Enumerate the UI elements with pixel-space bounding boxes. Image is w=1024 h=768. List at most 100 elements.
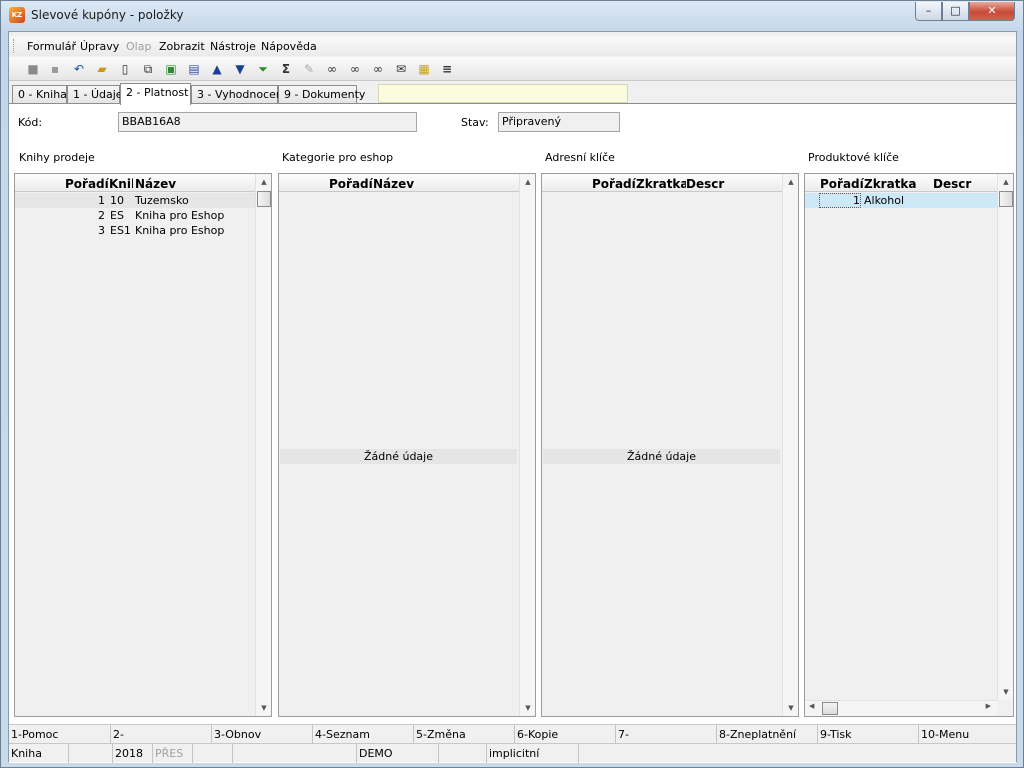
col-poradi[interactable]: Pořadí [65, 177, 109, 191]
produktove-grid[interactable]: Pořadí Zkratka Descr 1 Alkohol ▲ ▼ ◀ ▶ [804, 173, 1014, 717]
col-descr[interactable]: Descr [686, 177, 746, 191]
knihy-grid[interactable]: Pořadí Kniha Název 1 10 Tuzemsko 2 ES [14, 173, 272, 717]
tab-kniha[interactable]: 0 - Kniha [12, 85, 67, 104]
table-row[interactable]: 2 ES Kniha pro Eshop [15, 208, 255, 223]
section-title: Adresní klíče [545, 151, 615, 164]
kategorie-grid[interactable]: Pořadí Název Žádné údaje ▲ ▼ [278, 173, 536, 717]
scroll-up-icon[interactable]: ▲ [998, 175, 1013, 189]
col-kniha[interactable]: Kniha [109, 177, 133, 191]
cell-kniha: ES1 [110, 224, 131, 237]
scroll-up-icon[interactable]: ▲ [256, 175, 271, 189]
fkey-6[interactable]: 6-Kopie [514, 725, 615, 744]
main-window: KZ Slevové kupóny - položky – □ ✕ Formul… [0, 0, 1024, 768]
binoculars-next-icon[interactable]: ∞ [347, 61, 363, 77]
undo-icon[interactable]: ↶ [71, 61, 87, 77]
kod-label: Kód: [18, 116, 43, 129]
cell-kniha: ES [110, 209, 124, 222]
fkey-10[interactable]: 10-Menu [918, 725, 1016, 744]
arrow-down-icon[interactable]: ▼ [232, 61, 248, 77]
open-folder-icon[interactable]: ▰ [94, 61, 110, 77]
client-area: Formulář Úpravy Olap Zobrazit Nástroje N… [8, 31, 1017, 763]
fkey-3[interactable]: 3-Obnov [211, 725, 312, 744]
binoculars-settings-icon[interactable]: ∞ [370, 61, 386, 77]
fkey-4[interactable]: 4-Seznam [312, 725, 413, 744]
col-nazev[interactable]: Název [135, 177, 235, 191]
save-icon[interactable]: ■ [25, 61, 41, 77]
section-title: Produktové klíče [808, 151, 899, 164]
binoculars-icon[interactable]: ∞ [324, 61, 340, 77]
scroll-down-icon[interactable]: ▼ [998, 685, 1013, 699]
table-row[interactable]: 1 10 Tuzemsko [15, 193, 255, 208]
vertical-scrollbar[interactable]: ▲ ▼ [519, 174, 535, 716]
lock-icon[interactable]: ▣ [163, 61, 179, 77]
filter-icon[interactable]: ⏷ [255, 61, 271, 77]
tab-platnost[interactable]: 2 - Platnost [120, 83, 191, 105]
vertical-scrollbar[interactable]: ▲ ▼ [782, 174, 798, 716]
tab-udaje[interactable]: 1 - Údaje [67, 85, 123, 104]
tab-vyhodnoceni[interactable]: 3 - Vyhodnocení [191, 85, 286, 104]
vertical-scrollbar[interactable]: ▲ ▼ [997, 174, 1013, 700]
kod-field[interactable]: BBAB16A8 [118, 112, 417, 132]
menu-napoveda[interactable]: Nápověda [261, 40, 317, 53]
cell-poradi: 3 [98, 224, 105, 237]
book-icon[interactable]: ▤ [186, 61, 202, 77]
menu-olap[interactable]: Olap [126, 40, 151, 53]
fkey-2[interactable]: 2- [110, 725, 211, 744]
status-empty-2 [193, 744, 233, 763]
col-nazev[interactable]: Název [373, 177, 473, 191]
table-row[interactable]: 1 Alkohol [805, 193, 997, 208]
scroll-down-icon[interactable]: ▼ [256, 701, 271, 715]
scroll-thumb[interactable] [257, 191, 271, 207]
scroll-left-icon[interactable]: ◀ [809, 702, 814, 710]
arrow-up-icon[interactable]: ▲ [209, 61, 225, 77]
cell-nazev: Kniha pro Eshop [135, 224, 225, 237]
section-adresni-klice: Adresní klíče Pořadí Zkratka Descr Žádné… [537, 140, 799, 720]
col-poradi[interactable]: Pořadí [329, 177, 373, 191]
menu-zobrazit[interactable]: Zobrazit [159, 40, 205, 53]
adresni-grid[interactable]: Pořadí Zkratka Descr Žádné údaje ▲ ▼ [541, 173, 799, 717]
mail-icon[interactable]: ✉ [393, 61, 409, 77]
menu-nastroje[interactable]: Nástroje [210, 40, 256, 53]
scroll-right-icon[interactable]: ▶ [986, 702, 991, 710]
fkey-9[interactable]: 9-Tisk [817, 725, 918, 744]
sum-icon[interactable]: Σ [278, 61, 294, 77]
disabled-tool-icon[interactable]: ✎ [301, 61, 317, 77]
scroll-thumb[interactable] [822, 702, 838, 715]
cell-nazev: Kniha pro Eshop [135, 209, 225, 222]
maximize-button[interactable]: □ [942, 2, 969, 21]
fkey-7[interactable]: 7- [615, 725, 716, 744]
cell-poradi[interactable]: 1 [819, 193, 861, 208]
menu-grip [13, 39, 16, 53]
stav-field[interactable]: Připravený [498, 112, 620, 132]
col-zkratka[interactable]: Zkratka [636, 177, 686, 191]
col-zkratka[interactable]: Zkratka [864, 177, 930, 191]
fkey-1[interactable]: 1-Pomoc [9, 725, 110, 744]
fkey-8[interactable]: 8-Zneplatnění [716, 725, 817, 744]
col-poradi[interactable]: Pořadí [820, 177, 864, 191]
tab-dokumenty[interactable]: 9 - Dokumenty [278, 85, 365, 104]
save-all-icon[interactable]: ▪ [47, 61, 63, 77]
copy-icon[interactable]: ⧉ [140, 61, 156, 77]
col-poradi[interactable]: Pořadí [592, 177, 636, 191]
cell-poradi: 1 [98, 194, 105, 207]
list-icon[interactable]: ≡ [439, 61, 455, 77]
new-document-icon[interactable]: ▯ [117, 61, 133, 77]
note-icon[interactable]: ▦ [416, 61, 432, 77]
scroll-up-icon[interactable]: ▲ [520, 175, 535, 189]
fkey-5[interactable]: 5-Změna [413, 725, 514, 744]
horizontal-scrollbar[interactable]: ◀ ▶ [805, 700, 997, 716]
toolbar: ■ ▪ ↶ ▰ ▯ ⧉ ▣ ▤ ▲ ▼ ⏷ Σ ✎ ∞ ∞ ∞ ✉ ▦ ≡ [9, 57, 1016, 81]
minimize-button[interactable]: – [915, 2, 942, 21]
col-descr[interactable]: Descr [933, 177, 993, 191]
scroll-down-icon[interactable]: ▼ [783, 701, 798, 715]
scroll-thumb[interactable] [999, 191, 1013, 207]
menu-formular[interactable]: Formulář [27, 40, 76, 53]
status-pres: PŘES [153, 744, 193, 763]
vertical-scrollbar[interactable]: ▲ ▼ [255, 174, 271, 716]
table-row[interactable]: 3 ES1 Kniha pro Eshop [15, 223, 255, 238]
scroll-down-icon[interactable]: ▼ [520, 701, 535, 715]
scroll-up-icon[interactable]: ▲ [783, 175, 798, 189]
title-bar[interactable]: KZ Slevové kupóny - položky – □ ✕ [1, 1, 1023, 31]
menu-upravy[interactable]: Úpravy [80, 40, 119, 53]
close-button[interactable]: ✕ [969, 2, 1015, 21]
